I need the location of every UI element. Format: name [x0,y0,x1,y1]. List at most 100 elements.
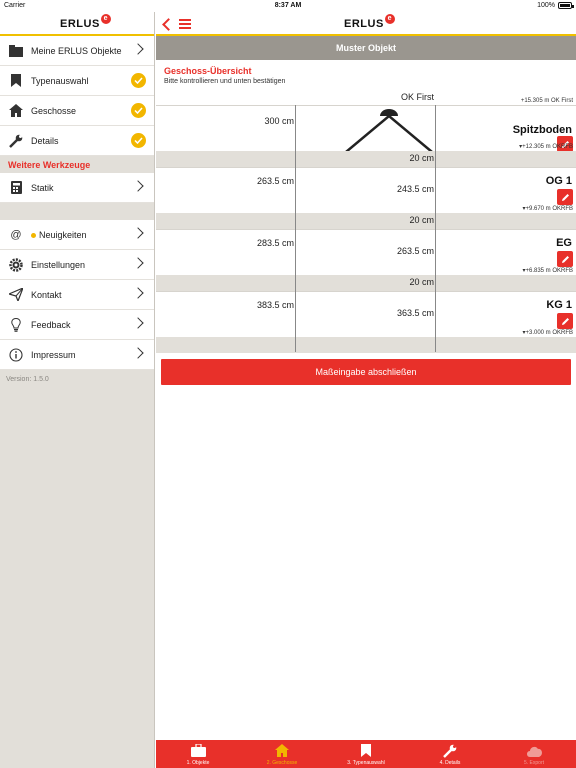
sidebar-item-label: Meine ERLUS Objekte [31,45,122,56]
slab-row: 20 cm [156,213,576,229]
at-icon: @ [10,228,22,241]
chevron-right-icon [132,227,144,239]
chevron-right-icon [132,287,144,299]
finish-input-button[interactable]: Maßeingabe abschließen [161,359,571,385]
tab-details[interactable]: 4. Details [408,740,492,768]
floor-height: 300 cm [264,116,294,126]
wrench-icon [408,743,492,758]
sidebar-item-label: Impressum [31,349,76,360]
sidebar-item-impressum[interactable]: Impressum [0,340,154,370]
sidebar-item-einstellungen[interactable]: Einstellungen [0,250,154,280]
sidebar-item-kontakt[interactable]: Kontakt [0,280,154,310]
slab-row: 20 cm [156,275,576,291]
slab-row: 20 cm [156,151,576,167]
menu-button[interactable] [179,19,191,29]
floor-row-og1: 263.5 cm 243.5 cm OG 1 [156,167,576,213]
floor-inner-height: 243.5 cm [396,184,434,194]
sidebar-item-label: Neuigkeiten [31,230,87,240]
chevron-right-icon [132,347,144,359]
back-button[interactable] [161,18,173,30]
sidebar-item-label: Einstellungen [31,259,86,270]
tab-label: 3. Typenauswahl [347,760,385,766]
floor-name: KG 1 [546,299,572,311]
sidebar-item-label: Typenauswahl [31,75,89,86]
status-bar: Carrier 8:37 AM 100% [0,0,576,12]
bulb-icon [8,317,24,333]
tab-objekte[interactable]: 1. Objekte [156,740,240,768]
logo-badge: e [384,14,395,24]
tab-typenauswahl[interactable]: 3. Typenauswahl [324,740,408,768]
sidebar-item-objekte[interactable]: Meine ERLUS Objekte [0,36,154,66]
slab-thickness: 20 cm [409,277,434,287]
dimension-line [435,105,436,352]
slab-row [156,337,576,353]
top-nav: ERLUS e [156,12,576,36]
pencil-icon [561,317,569,325]
tab-geschosse[interactable]: 2. Geschosse [240,740,324,768]
gear-icon [8,257,24,273]
sidebar-item-statik[interactable]: Statik [0,173,154,203]
briefcase-icon [156,743,240,758]
tab-label: 4. Details [439,760,461,766]
unread-dot [31,232,36,238]
floor-inner-height: 363.5 cm [396,308,434,318]
erlus-logo: ERLUS e [344,14,395,30]
floor-height: 263.5 cm [256,176,294,186]
floor-name: EG [556,237,572,249]
tab-export[interactable]: 5. Export [492,740,576,768]
floor-inner-height: 263.5 cm [396,246,434,256]
sidebar: ERLUS e Meine ERLUS Objekte Typenauswahl … [0,12,155,768]
ok-first-label: OK First [401,92,434,102]
slab-thickness: 20 cm [409,215,434,225]
bookmark-icon [8,73,24,89]
sidebar-item-label: Geschosse [31,105,77,116]
floor-row-eg: 283.5 cm 263.5 cm EG [156,229,576,275]
check-icon [131,133,146,148]
roof-icon [345,109,433,152]
check-icon [131,103,146,118]
check-icon [131,73,146,88]
clock: 8:37 AM [274,2,302,9]
tab-label: 1. Objekte [186,760,210,766]
edit-floor-button[interactable] [557,313,573,329]
edit-floor-button[interactable] [557,189,573,205]
chevron-right-icon [132,257,144,269]
pencil-icon [561,193,569,201]
calculator-icon [8,180,24,196]
floor-height: 383.5 cm [256,300,294,310]
battery-indicator: 100% [537,2,574,9]
folder-icon [8,43,24,59]
floor-row-spitzboden: 300 cm Spitzboden [156,105,576,152]
sidebar-item-label: Details [31,135,59,146]
tab-label: 2. Geschosse [266,760,298,766]
floor-name: Spitzboden [512,124,572,136]
sidebar-item-label: Feedback [31,319,71,330]
main-panel: ERLUS e Muster Objekt Geschoss-Übersicht … [156,12,576,768]
sidebar-item-neuigkeiten[interactable]: @ Neuigkeiten [0,220,154,250]
send-icon [8,287,24,303]
chevron-right-icon [132,317,144,329]
sidebar-item-typenauswahl[interactable]: Typenauswahl [0,66,154,96]
overview-title: Geschoss-Übersicht [164,66,252,76]
sidebar-item-label: Kontakt [31,289,62,300]
bookmark-icon [324,743,408,758]
edit-floor-button[interactable] [557,251,573,267]
slab-thickness: 20 cm [409,153,434,163]
wrench-icon [8,133,24,149]
erlus-logo: ERLUS e [60,14,111,30]
cloud-icon [492,743,576,758]
sidebar-item-label: Statik [31,182,54,193]
pencil-icon [561,255,569,263]
floor-name: OG 1 [545,175,572,187]
chevron-right-icon [132,43,144,55]
sidebar-item-details[interactable]: Details [0,126,154,156]
floor-okrfb: ▾+9.670 m OKRFB [522,206,573,212]
sidebar-item-geschosse[interactable]: Geschosse [0,96,154,126]
house-icon [240,743,324,758]
floor-okrfb: ▾+3.000 m OKRFB [522,330,573,336]
info-icon [8,347,24,363]
sidebar-header: ERLUS e [0,12,154,36]
sidebar-item-feedback[interactable]: Feedback [0,310,154,340]
logo-text: ERLUS [60,18,100,30]
floor-row-kg1: 383.5 cm 363.5 cm KG 1 [156,291,576,337]
